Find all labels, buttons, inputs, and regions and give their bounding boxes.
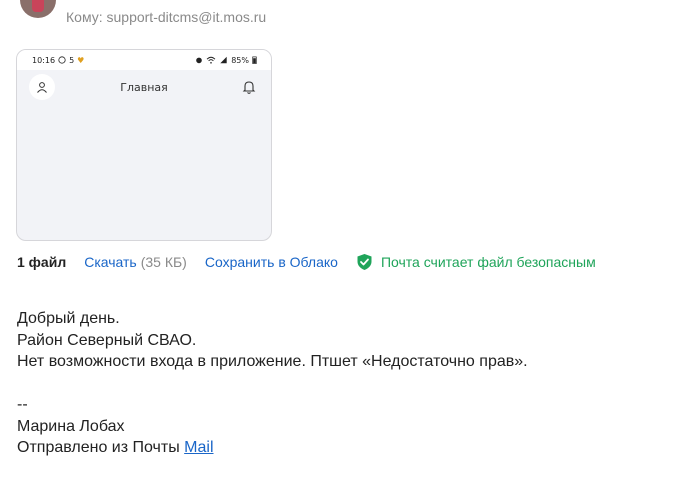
safe-file-label: Почта считает файл безопасным bbox=[380, 254, 596, 270]
save-to-cloud-link[interactable]: Сохранить в Облако bbox=[205, 254, 338, 270]
signature-name: Марина Лобах bbox=[17, 417, 125, 435]
profile-button bbox=[29, 74, 55, 100]
signal-icon bbox=[220, 56, 227, 64]
message-body: Добрый день. Район Северный СВАО. Нет во… bbox=[17, 308, 528, 459]
sender-avatar[interactable] bbox=[20, 0, 56, 18]
status-extra: 5 bbox=[69, 55, 75, 65]
battery-level: 85% bbox=[231, 55, 249, 65]
user-icon bbox=[37, 82, 47, 93]
app-header: Главная bbox=[17, 70, 271, 104]
sent-from-line: Отправлено из Почты Mail bbox=[17, 437, 528, 459]
safe-file-status: Почта считает файл безопасным bbox=[356, 253, 596, 271]
wifi-icon bbox=[206, 56, 216, 64]
phone-status-bar: 10:16 5 ♥ 85% bbox=[17, 50, 271, 70]
battery-icon bbox=[252, 56, 257, 64]
status-time: 10:16 bbox=[32, 55, 56, 65]
sent-from-prefix: Отправлено из Почты bbox=[17, 439, 185, 456]
mail-app-link[interactable]: Mail bbox=[184, 439, 213, 456]
file-size: (35 КБ) bbox=[140, 254, 187, 270]
app-title: Главная bbox=[120, 80, 168, 94]
attachment-actions: 1 файл Скачать (35 КБ) Сохранить в Облак… bbox=[17, 253, 596, 271]
attachment-preview[interactable]: 10:16 5 ♥ 85% Главная bbox=[16, 49, 272, 241]
bell-icon bbox=[242, 81, 256, 94]
recipient-line: Кому: support-ditcms@it.mos.ru bbox=[66, 9, 267, 25]
greeting-line: Добрый день. bbox=[17, 310, 120, 327]
problem-line: Нет возможности входа в приложение. Птше… bbox=[17, 353, 528, 370]
signature-separator: -- bbox=[17, 396, 28, 413]
alarm-icon bbox=[196, 57, 203, 64]
heart-icon: ♥ bbox=[77, 55, 85, 65]
whatsapp-icon bbox=[58, 56, 66, 64]
file-count: 1 файл bbox=[17, 254, 67, 270]
download-link[interactable]: Скачать bbox=[84, 254, 137, 270]
shield-check-icon bbox=[357, 254, 372, 270]
district-line: Район Северный СВАО. bbox=[17, 331, 197, 349]
